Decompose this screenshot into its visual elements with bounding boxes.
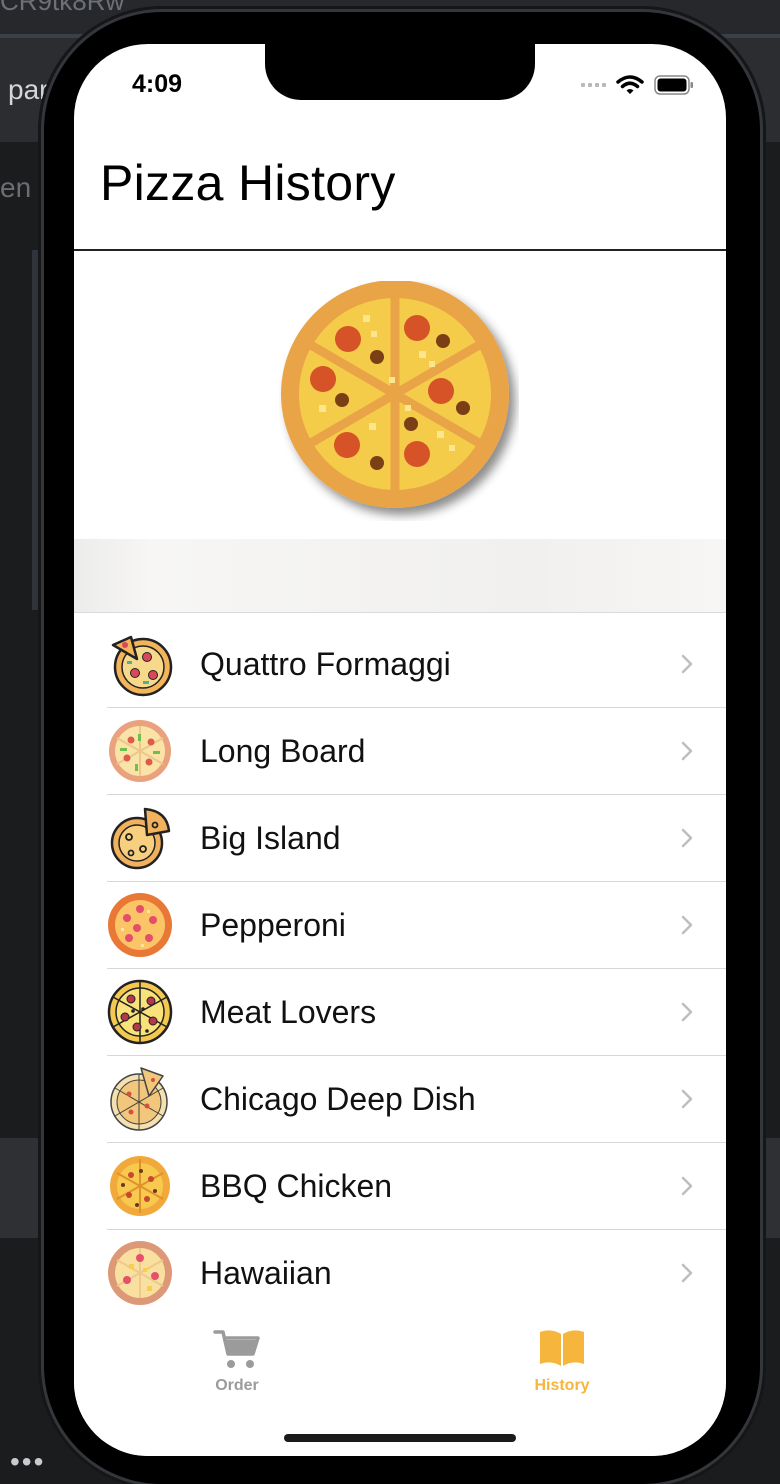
tab-order-label: Order — [215, 1377, 259, 1394]
pizza-name: Chicago Deep Dish — [200, 1081, 476, 1117]
status-time: 4:09 — [132, 70, 183, 98]
background-more-dots: ••• — [10, 1446, 46, 1477]
pizza-name: Pepperoni — [200, 907, 346, 943]
hawaiian-pizza-icon — [108, 1241, 172, 1305]
chevron-right-icon — [681, 1176, 693, 1196]
title-divider — [74, 249, 726, 251]
cellular-signal-icon — [581, 83, 606, 87]
chevron-right-icon — [681, 1089, 693, 1109]
band-divider — [74, 612, 726, 613]
status-icons — [581, 74, 694, 96]
battery-icon — [654, 75, 693, 95]
background-panel-edge — [32, 250, 40, 610]
wifi-icon — [616, 75, 644, 94]
background-side-text: en — [0, 172, 32, 203]
chevron-right-icon — [681, 915, 693, 935]
pizza-row-meat-lovers[interactable]: Meat Lovers — [74, 969, 726, 1056]
background-toolbar-text: par — [8, 74, 49, 105]
tab-order[interactable]: Order — [177, 1328, 297, 1395]
pizza-name: Big Island — [200, 820, 341, 856]
page-title: Pizza History — [100, 155, 396, 211]
hero-pizza-icon — [281, 281, 509, 508]
meat-pizza-icon — [107, 979, 173, 1045]
tab-history[interactable]: History — [502, 1328, 622, 1395]
tab-history-label: History — [534, 1377, 590, 1394]
pizza-name: Long Board — [200, 733, 366, 769]
header-shadow-band — [74, 539, 726, 613]
home-indicator[interactable] — [284, 1434, 516, 1442]
chevron-right-icon — [681, 1002, 693, 1022]
veggie-pizza-icon — [109, 720, 171, 782]
background-top-text: CR9tk8Rw — [0, 0, 125, 16]
pizza-row-pepperoni[interactable]: Pepperoni — [74, 882, 726, 969]
pizza-row-chicago-deep-dish[interactable]: Chicago Deep Dish — [74, 1056, 726, 1143]
book-icon — [540, 1330, 584, 1366]
chevron-right-icon — [681, 828, 693, 848]
pizza-name: BBQ Chicken — [200, 1168, 393, 1204]
device-notch — [265, 44, 535, 100]
chevron-right-icon — [681, 741, 693, 761]
pizza-row-quattro-formaggi[interactable]: Quattro Formaggi — [74, 621, 726, 708]
bbq-pizza-icon — [110, 1156, 170, 1216]
pizza-row-hawaiian[interactable]: Hawaiian — [74, 1230, 726, 1317]
pepperoni-pizza-icon — [108, 893, 172, 957]
pizza-name: Meat Lovers — [200, 994, 377, 1030]
pizza-history-list: Quattro Formaggi Long Board Big Island P… — [74, 621, 726, 1317]
pizza-row-long-board[interactable]: Long Board — [74, 708, 726, 795]
app-screen: 4:09 Pizza History Quattro Formaggi Long… — [74, 44, 726, 1456]
deep-dish-pizza-icon — [110, 1067, 168, 1131]
cart-icon — [213, 1330, 260, 1368]
pizza-row-big-island[interactable]: Big Island — [74, 795, 726, 882]
pizza-row-bbq-chicken[interactable]: BBQ Chicken — [74, 1143, 726, 1230]
chevron-right-icon — [681, 1263, 693, 1283]
pizza-name: Quattro Formaggi — [200, 646, 451, 682]
slice-outline-pizza-icon — [110, 807, 171, 870]
chevron-right-icon — [681, 654, 693, 674]
slice-pizza-icon — [111, 635, 173, 697]
pizza-name: Hawaiian — [200, 1255, 332, 1291]
